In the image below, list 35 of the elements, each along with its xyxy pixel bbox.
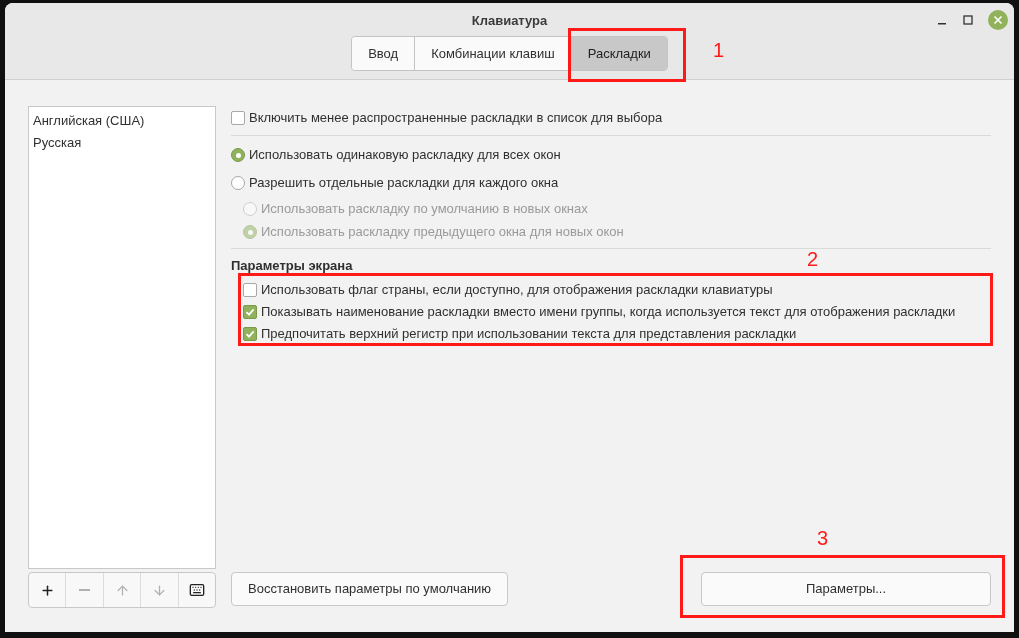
radio-button[interactable]	[231, 176, 245, 190]
annotation-number: 1	[713, 39, 725, 61]
keyboard-icon	[188, 582, 205, 598]
annotation-number: 3	[817, 527, 829, 549]
reset-button[interactable]: Восстановить параметры по умолчанию	[231, 572, 509, 606]
option-label: Предпочитать верхний регистр при использовании текста для представления раскладки	[261, 325, 797, 344]
up-icon	[114, 582, 130, 598]
down-icon	[151, 582, 167, 598]
option-label: Использовать раскладку предыдущего окна для новых окон	[261, 223, 624, 242]
option-label: Использовать одинаковую раскладку для всех окон	[249, 146, 561, 165]
add-icon	[39, 582, 55, 598]
option-label: Разрешить отдельные раскладки для каждого окна	[249, 174, 559, 193]
radio-button[interactable]	[231, 148, 245, 162]
settings-button[interactable]: Параметры...	[701, 572, 991, 606]
tab[interactable]: Комбинации клавиш	[414, 37, 571, 70]
minus-icon	[79, 589, 91, 591]
layout-list-item[interactable]: Английская (США)	[29, 110, 215, 132]
option-label: Показывать наименование раскладки вместо имени группы, когда используется текст для отображения раскладки	[261, 303, 956, 322]
layout-list-item[interactable]: Русская	[29, 132, 215, 154]
option-label: Использовать флаг страны, если доступно, для отображения раскладки клавиатуры	[261, 281, 773, 300]
checkbox[interactable]	[243, 283, 257, 297]
close-icon[interactable]	[988, 10, 1008, 30]
checkmark-icon	[245, 329, 255, 339]
tab[interactable]: Раскладки	[570, 37, 667, 70]
option-label: Использовать раскладку по умолчанию в новых окнах	[261, 200, 588, 219]
tab[interactable]: Ввод	[352, 37, 415, 70]
window-title: Клавиатура	[471, 12, 548, 29]
option-label: Включить менее распространенные раскладки в список для выбора	[249, 109, 663, 128]
section-heading: Параметры экрана	[231, 257, 353, 275]
annotation-number: 2	[807, 248, 819, 270]
checkbox[interactable]	[231, 111, 245, 125]
checkmark-icon	[245, 307, 255, 317]
checkbox[interactable]	[243, 305, 257, 319]
checkbox[interactable]	[243, 327, 257, 341]
maximize-icon[interactable]	[962, 14, 974, 26]
